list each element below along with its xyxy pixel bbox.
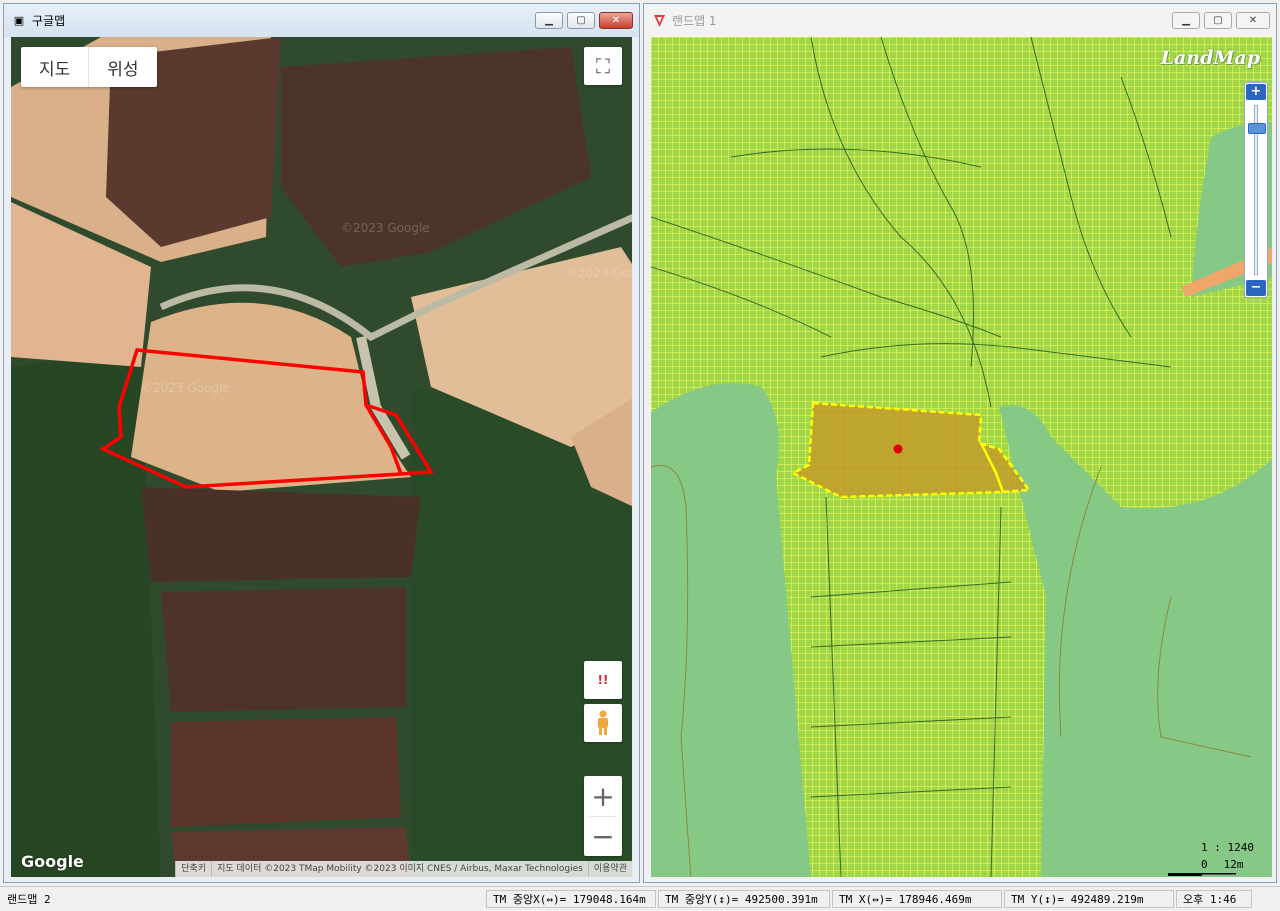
google-logo: Google [21, 852, 84, 871]
cadastral-map[interactable]: LandMap + − 1 : 1240 0 12m [651, 37, 1272, 877]
google-map-window: ▣ 구글맵 ▁ ▢ ✕ ©2023 Google ©2023 Google ©2… [3, 3, 640, 883]
status-tm-y: TM Y(↕)= 492489.219m [1004, 890, 1174, 908]
alert-button[interactable]: !! [584, 661, 622, 699]
landmap-titlebar[interactable]: 랜드맵 1 ▁ ▢ ✕ [644, 4, 1276, 37]
minimize-button[interactable]: ▁ [1172, 12, 1200, 29]
landmap-window: 랜드맵 1 ▁ ▢ ✕ LandMap + − 1: 1240 0 12m [643, 3, 1277, 883]
plus-icon: + [591, 779, 615, 813]
landmap-app-icon [652, 14, 666, 28]
maximize-button[interactable]: ▢ [567, 12, 595, 29]
scale-distance: 12m [1223, 858, 1244, 871]
zoom-out-button[interactable]: − [591, 817, 614, 856]
map-type-satellite-button[interactable]: 위성 [88, 47, 156, 87]
map-type-map-button[interactable]: 지도 [21, 47, 88, 87]
fullscreen-button[interactable]: ⛶ [584, 47, 622, 85]
status-app-name: 랜드맵 2 [7, 893, 51, 906]
watermark-3: ©2023 Google [566, 266, 632, 280]
maximize-button[interactable]: ▢ [1204, 12, 1232, 29]
scale-zero: 0 [1201, 858, 1208, 871]
map-attribution: 단축키 지도 데이터 ©2023 TMap Mobility ©2023 이미지… [175, 861, 632, 877]
close-button[interactable]: ✕ [599, 12, 633, 29]
zoom-slider-handle[interactable] [1248, 123, 1266, 134]
map-type-control: 지도 위성 [21, 47, 157, 87]
status-tm-x: TM X(↔)= 178946.469m [832, 890, 1002, 908]
shortcuts-link[interactable]: 단축키 [175, 861, 212, 877]
zoom-out-button[interactable]: − [1246, 280, 1266, 296]
minus-icon: − [591, 820, 615, 853]
plus-icon: + [1250, 84, 1262, 99]
landmap-zoom-control: + − [1244, 82, 1268, 298]
zoom-control: + − [584, 776, 622, 856]
minimize-button[interactable]: ▁ [535, 12, 563, 29]
zoom-in-button[interactable]: + [1246, 84, 1266, 100]
zoom-in-button[interactable]: + [591, 776, 614, 816]
scale-ratio: 1 : 1240 [1201, 841, 1254, 854]
watermark-1: ©2023 Google [341, 221, 430, 235]
window-app-icon: ▣ [13, 14, 25, 27]
watermark-2: ©2023 Google [141, 381, 230, 395]
alert-icon: !! [597, 673, 609, 687]
status-time: 오후 1:46 [1176, 890, 1252, 908]
window-title: 구글맵 [32, 14, 66, 28]
status-center-x: TM 중앙X(↔)= 179048.164m [486, 890, 656, 908]
fullscreen-icon: ⛶ [596, 54, 610, 78]
map-scale: 1 : 1240 0 12m [1201, 841, 1254, 871]
satellite-map[interactable]: ©2023 Google ©2023 Google ©2023 Google 지… [11, 37, 632, 877]
status-bar: 랜드맵 2 TM 중앙X(↔)= 179048.164m TM 중앙Y(↕)= … [0, 886, 1280, 911]
status-center-y: TM 중앙Y(↕)= 492500.391m [658, 890, 830, 908]
map-data-text: 지도 데이터 ©2023 TMap Mobility ©2023 이미지 CNE… [211, 861, 588, 877]
pegman-icon [598, 710, 608, 735]
close-button[interactable]: ✕ [1236, 12, 1270, 29]
location-marker [893, 444, 903, 454]
landmap-logo: LandMap [1160, 47, 1260, 69]
street-view-pegman[interactable] [584, 704, 622, 742]
terms-link[interactable]: 이용약관 [587, 861, 632, 877]
window-title: 랜드맵 1 [672, 14, 717, 28]
google-map-titlebar[interactable]: ▣ 구글맵 ▁ ▢ ✕ [4, 4, 639, 37]
minus-icon: − [1250, 280, 1262, 295]
